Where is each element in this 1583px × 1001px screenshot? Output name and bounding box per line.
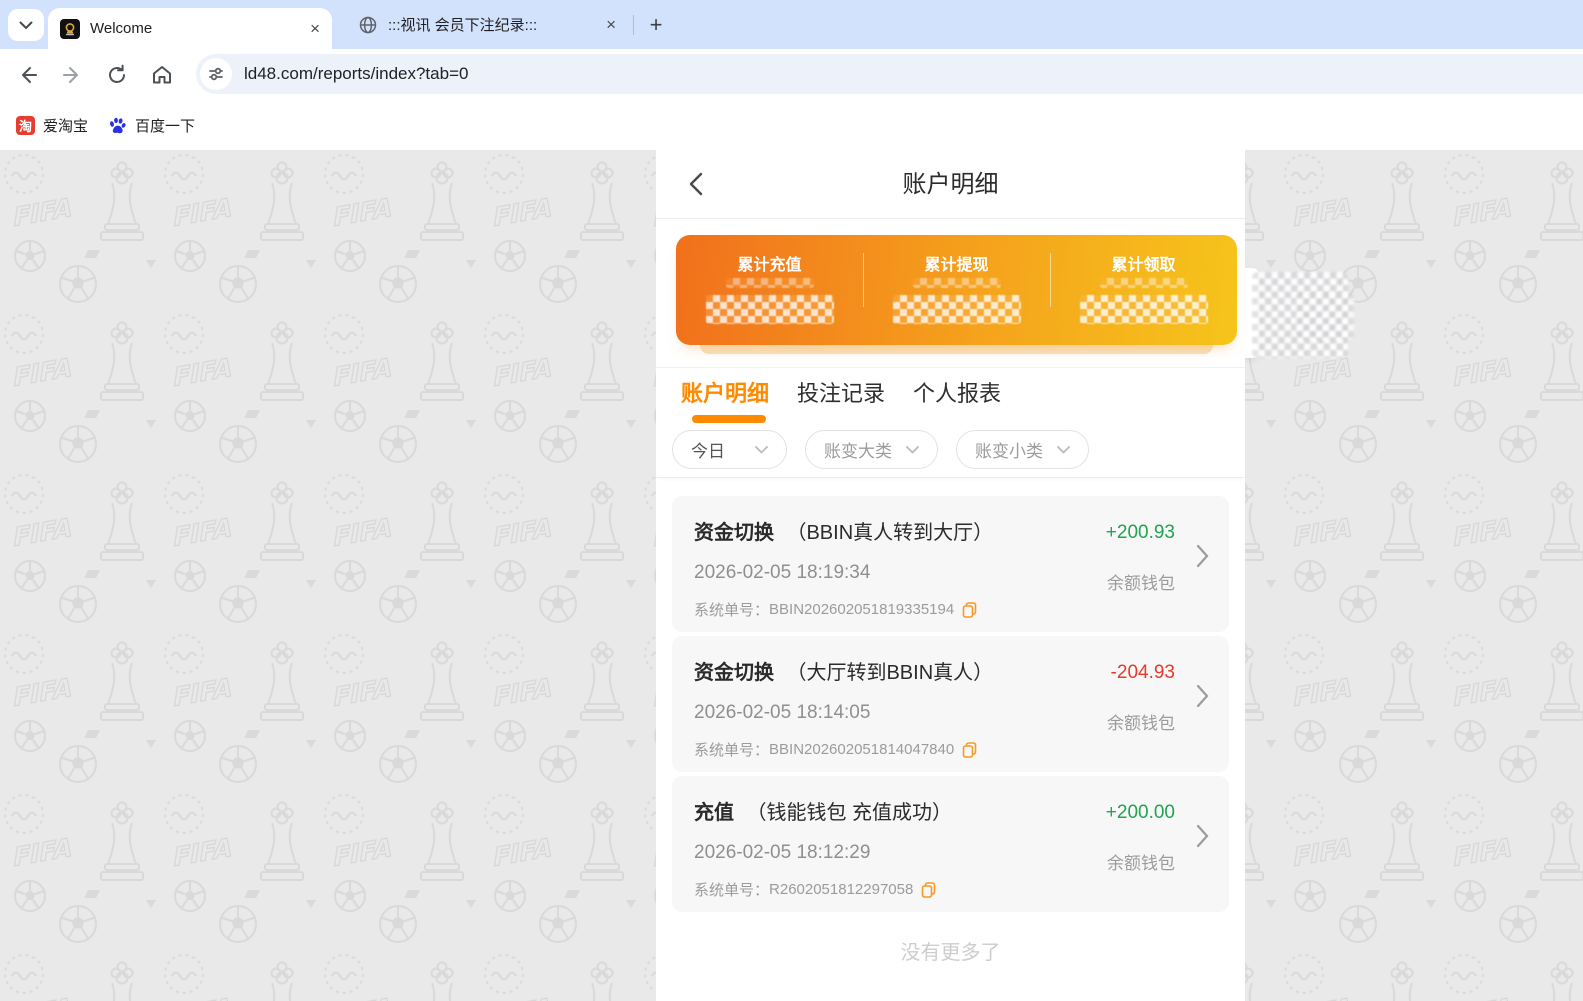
summary-total-withdraw: 累计提现	[863, 235, 1050, 345]
home-icon[interactable]	[150, 63, 174, 87]
new-tab-button[interactable]: +	[642, 11, 670, 39]
tab-title: Welcome	[90, 20, 153, 37]
page-title: 账户明细	[902, 171, 999, 198]
censored-value	[912, 278, 1001, 288]
transaction-card[interactable]: 资金切换 （BBIN真人转到大厅） 2026-02-05 18:19:34 系统…	[672, 496, 1229, 632]
no-more-text: 没有更多了	[900, 942, 1001, 964]
tab-strip: Welcome × :::视讯 会员下注纪录::: × +	[0, 0, 1583, 49]
summary-total-claim: 累计领取	[1050, 235, 1237, 345]
chevron-down-icon	[755, 445, 768, 454]
chevron-right-icon	[1196, 824, 1209, 853]
site-info-button[interactable]	[200, 58, 232, 90]
chevron-down-icon	[906, 445, 919, 454]
transaction-subtitle: （大厅转到BBIN真人）	[786, 662, 994, 684]
order-number: BBIN202602051814047840	[769, 741, 955, 758]
censored-value	[1099, 278, 1188, 288]
filter-minor-type-dropdown[interactable]: 账变小类	[956, 430, 1089, 469]
bookmarks-bar: 淘 爱淘宝 百度一下	[0, 100, 1583, 150]
transaction-type: 资金切换	[694, 662, 774, 684]
transaction-amount: +200.00	[1105, 802, 1175, 823]
address-bar[interactable]: ld48.com/reports/index?tab=0	[196, 54, 1583, 94]
order-label: 系统单号：	[694, 602, 770, 619]
tab-divider	[633, 15, 634, 35]
subnav-section: 账户明细 投注记录 个人报表 今日 账变大类 账变小类	[656, 367, 1245, 478]
globe-icon	[358, 15, 378, 35]
tune-icon	[209, 67, 223, 81]
page-header: 账户明细	[656, 150, 1245, 219]
browser-tab-records[interactable]: :::视讯 会员下注纪录::: ×	[346, 0, 628, 49]
order-number: BBIN202602051819335194	[769, 601, 955, 618]
transaction-type: 资金切换	[694, 522, 774, 544]
tab-close-icon[interactable]: ×	[310, 19, 320, 39]
back-chevron-icon[interactable]	[684, 171, 710, 197]
transaction-wallet: 余额钱包	[1107, 854, 1175, 873]
tab-search-button[interactable]	[8, 9, 44, 41]
censored-value	[1079, 295, 1208, 324]
censored-value	[892, 295, 1021, 324]
reload-icon[interactable]	[105, 63, 129, 87]
copy-icon[interactable]	[962, 741, 977, 758]
back-icon[interactable]	[16, 63, 40, 87]
chevron-right-icon	[1196, 684, 1209, 713]
censored-value	[705, 295, 834, 324]
tab-close-icon[interactable]: ×	[606, 15, 616, 35]
summary-label: 累计充值	[737, 257, 802, 274]
transaction-card[interactable]: 充值 （钱能钱包 充值成功） 2026-02-05 18:12:29 系统单号：…	[672, 776, 1229, 912]
bookmark-label: 百度一下	[135, 117, 196, 135]
transaction-wallet: 余额钱包	[1107, 574, 1175, 593]
baidu-paw-icon	[108, 116, 127, 135]
summary-total-deposit: 累计充值	[676, 235, 863, 345]
filter-row: 今日 账变大类 账变小类	[672, 430, 1089, 469]
tab-title: :::视讯 会员下注纪录:::	[388, 17, 538, 34]
transaction-amount: +200.93	[1105, 522, 1175, 543]
taobao-icon: 淘	[16, 115, 35, 135]
chevron-down-icon	[1057, 445, 1070, 454]
chevron-down-icon	[19, 21, 33, 29]
transaction-type: 充值	[694, 802, 734, 824]
report-tabs: 账户明细 投注记录 个人报表	[681, 376, 1001, 408]
order-label: 系统单号：	[694, 882, 770, 899]
summary-card: 累计充值 累计提现 累计领取	[676, 235, 1237, 345]
transaction-subtitle: （钱能钱包 充值成功）	[746, 802, 953, 824]
order-label: 系统单号：	[694, 742, 770, 759]
copy-icon[interactable]	[962, 601, 977, 618]
summary-label: 累计领取	[1111, 257, 1176, 274]
bookmark-aitaobao[interactable]: 淘 爱淘宝	[16, 100, 88, 150]
bookmark-label: 爱淘宝	[43, 117, 89, 135]
filter-label: 账变大类	[824, 442, 892, 461]
account-detail-panel: 账户明细 累计充值 累计提现 累计领取 账户明细 投注记录 个人报表 今日 账变…	[656, 150, 1245, 1001]
transaction-amount: -204.93	[1110, 662, 1175, 683]
chevron-right-icon	[1196, 544, 1209, 573]
page-background: FIFA	[0, 150, 1583, 1001]
tab-bet-records[interactable]: 投注记录	[797, 376, 885, 408]
censor-mosaic	[1296, 292, 1354, 340]
browser-toolbar: ld48.com/reports/index?tab=0	[0, 49, 1583, 100]
tab-account-detail[interactable]: 账户明细	[681, 376, 769, 408]
browser-tab-welcome[interactable]: Welcome ×	[48, 8, 332, 49]
censored-value	[725, 278, 814, 288]
filter-major-type-dropdown[interactable]: 账变大类	[805, 430, 938, 469]
transaction-card[interactable]: 资金切换 （大厅转到BBIN真人） 2026-02-05 18:14:05 系统…	[672, 636, 1229, 772]
filter-label: 今日	[691, 442, 725, 461]
forward-icon[interactable]	[60, 63, 84, 87]
bookmark-baidu[interactable]: 百度一下	[108, 100, 195, 150]
tab-personal-report[interactable]: 个人报表	[913, 376, 1001, 408]
copy-icon[interactable]	[921, 881, 936, 898]
transaction-wallet: 余额钱包	[1107, 714, 1175, 733]
active-tab-underline	[692, 415, 766, 423]
transaction-subtitle: （BBIN真人转到大厅）	[786, 522, 994, 544]
filter-date-dropdown[interactable]: 今日	[672, 430, 787, 469]
order-number: R2602051812297058	[769, 881, 914, 898]
summary-card-stack-shadow	[700, 345, 1213, 354]
site-favicon	[60, 18, 80, 39]
url-text[interactable]: ld48.com/reports/index?tab=0	[244, 54, 468, 94]
summary-label: 累计提现	[924, 257, 989, 274]
filter-label: 账变小类	[975, 442, 1043, 461]
